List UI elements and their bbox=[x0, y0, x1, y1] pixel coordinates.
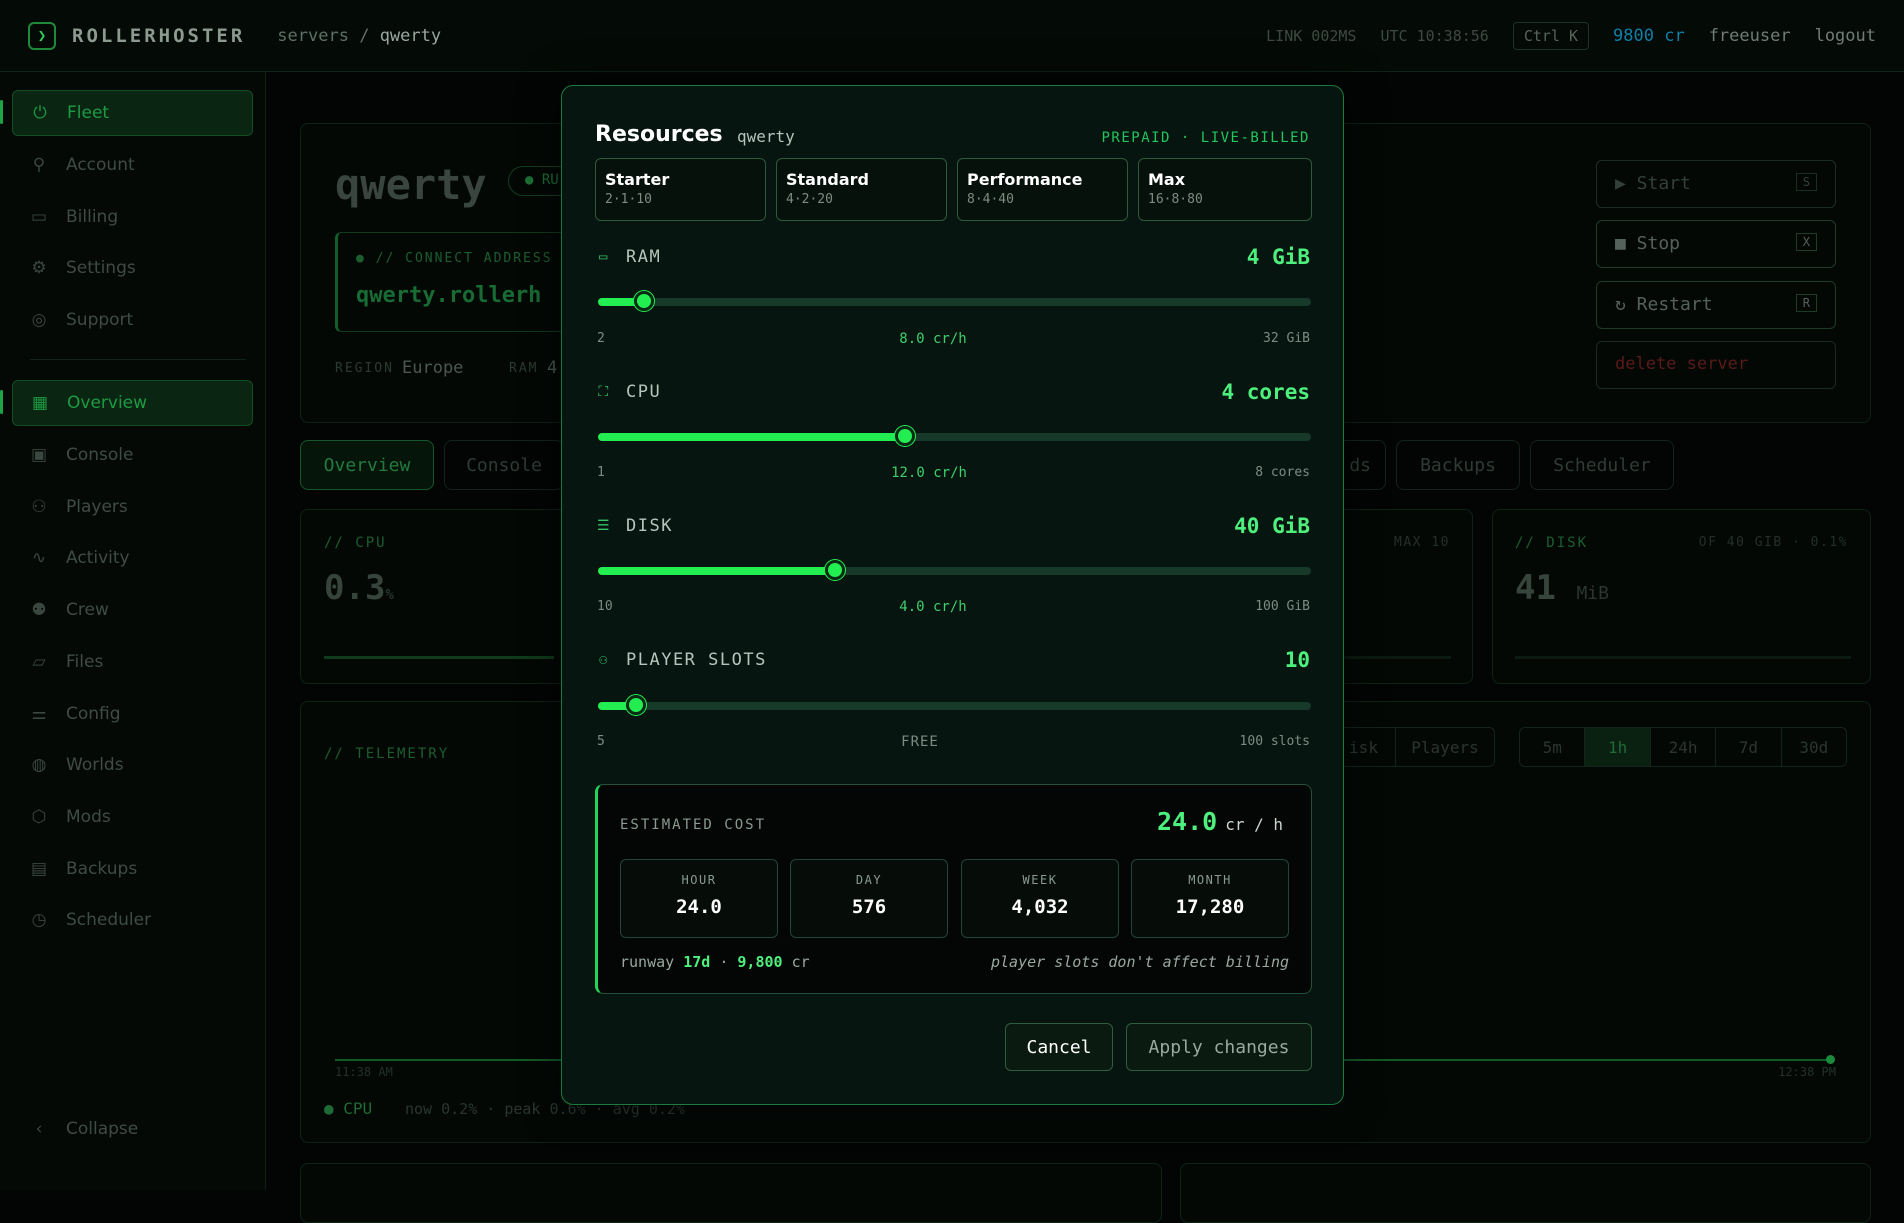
cost-day: DAY 576 bbox=[790, 859, 948, 938]
cpu-label-text: CPU bbox=[626, 382, 662, 402]
disk-slider-fill bbox=[598, 567, 835, 575]
ram-max: 32 GiB bbox=[1263, 331, 1310, 346]
ram-min: 2 bbox=[597, 331, 605, 346]
runway-days: 17d bbox=[683, 953, 711, 971]
memory-icon: ▭ bbox=[599, 249, 609, 265]
preset-name: Standard bbox=[786, 170, 869, 189]
cancel-button[interactable]: Cancel bbox=[1005, 1023, 1113, 1071]
disk-min: 10 bbox=[597, 599, 613, 614]
preset-spec: 4·2·20 bbox=[786, 192, 833, 207]
slots-rate: FREE bbox=[901, 734, 939, 750]
ram-slider[interactable] bbox=[598, 291, 1311, 311]
cpu-max: 8 cores bbox=[1255, 465, 1310, 480]
cpu-value: 4 cores bbox=[1221, 380, 1310, 404]
preset-spec: 16·8·80 bbox=[1148, 192, 1203, 207]
slots-value: 10 bbox=[1284, 648, 1310, 672]
modal-title: Resources bbox=[595, 122, 723, 147]
slots-label: ⚇ PLAYER SLOTS bbox=[595, 650, 767, 670]
preset-max[interactable]: Max 16·8·80 bbox=[1138, 158, 1312, 221]
cost-week-label: WEEK bbox=[1022, 873, 1058, 887]
billing-note: player slots don't affect billing bbox=[990, 953, 1289, 971]
preset-spec: 8·4·40 bbox=[967, 192, 1014, 207]
cost-month-value: 17,280 bbox=[1175, 896, 1245, 918]
resources-modal: Resources qwerty PREPAID · LIVE-BILLED S… bbox=[561, 85, 1344, 1105]
cost-hour-value: 24.0 bbox=[676, 896, 722, 918]
preset-standard[interactable]: Standard 4·2·20 bbox=[776, 158, 947, 221]
cost-day-label: DAY bbox=[855, 873, 883, 887]
slots-slider-handle[interactable] bbox=[626, 695, 646, 715]
cpu-rate: 12.0 cr/h bbox=[891, 465, 967, 481]
disk-max: 100 GiB bbox=[1255, 599, 1310, 614]
users-icon: ⚇ bbox=[599, 652, 609, 668]
runway-balance: 9,800 bbox=[737, 953, 783, 971]
billing-badge: PREPAID · LIVE-BILLED bbox=[1101, 130, 1310, 146]
modal-server-name: qwerty bbox=[737, 127, 795, 146]
disk-rate: 4.0 cr/h bbox=[899, 599, 967, 615]
cpu-slider-fill bbox=[598, 433, 905, 441]
database-icon: ☰ bbox=[596, 518, 612, 534]
hourly-rate-value: 24.0 bbox=[1156, 807, 1218, 836]
hourly-rate-unit: cr / h bbox=[1225, 815, 1283, 834]
cpu-slider-handle[interactable] bbox=[895, 426, 915, 446]
ram-slider-handle[interactable] bbox=[634, 291, 654, 311]
estimated-cost-label: ESTIMATED COST bbox=[620, 817, 767, 833]
cost-week-value: 4,032 bbox=[1011, 896, 1069, 918]
cpu-label: ⛶ CPU bbox=[595, 382, 661, 402]
estimated-cost-card: ESTIMATED COST 24.0 cr / h HOUR 24.0 DAY 57… bbox=[595, 784, 1312, 994]
cost-month: MONTH 17,280 bbox=[1131, 859, 1289, 938]
slots-label-text: PLAYER SLOTS bbox=[626, 650, 767, 670]
runway-separator: · bbox=[719, 953, 729, 971]
runway-info: runway 17d · 9,800 cr bbox=[620, 953, 810, 971]
ram-rate: 8.0 cr/h bbox=[899, 331, 967, 347]
disk-value: 40 GiB bbox=[1234, 514, 1310, 538]
preset-name: Performance bbox=[967, 170, 1083, 189]
disk-slider-handle[interactable] bbox=[825, 560, 845, 580]
slots-min: 5 bbox=[597, 734, 605, 749]
slots-slider[interactable] bbox=[598, 695, 1311, 715]
disk-label: ☰ DISK bbox=[595, 516, 673, 536]
disk-label-text: DISK bbox=[626, 516, 673, 536]
disk-slider[interactable] bbox=[598, 560, 1311, 580]
preset-starter[interactable]: Starter 2·1·10 bbox=[595, 158, 766, 221]
runway-prefix: runway bbox=[620, 953, 675, 971]
cpu-min: 1 bbox=[597, 465, 605, 480]
preset-name: Max bbox=[1148, 170, 1186, 189]
cost-month-label: MONTH bbox=[1188, 873, 1232, 887]
ram-label-text: RAM bbox=[626, 247, 662, 267]
preset-performance[interactable]: Performance 8·4·40 bbox=[957, 158, 1128, 221]
apply-changes-button[interactable]: Apply changes bbox=[1126, 1023, 1312, 1071]
chip-icon: ⛶ bbox=[598, 384, 610, 400]
ram-value: 4 GiB bbox=[1246, 245, 1310, 269]
cpu-slider[interactable] bbox=[598, 426, 1311, 446]
preset-name: Starter bbox=[605, 170, 670, 189]
cost-day-value: 576 bbox=[851, 896, 887, 918]
cost-hour: HOUR 24.0 bbox=[620, 859, 778, 938]
runway-unit: cr bbox=[791, 953, 810, 971]
preset-spec: 2·1·10 bbox=[605, 192, 652, 207]
slots-max: 100 slots bbox=[1239, 734, 1310, 749]
cost-week: WEEK 4,032 bbox=[961, 859, 1119, 938]
cost-hour-label: HOUR bbox=[681, 873, 717, 887]
ram-label: ▭ RAM bbox=[595, 247, 661, 267]
hourly-rate: 24.0 cr / h bbox=[1157, 807, 1283, 836]
